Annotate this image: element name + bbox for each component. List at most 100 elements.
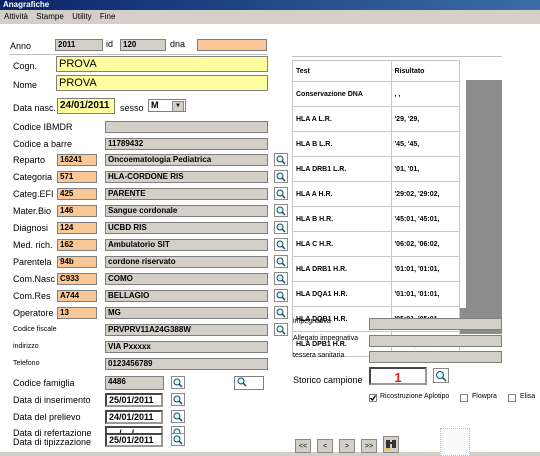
search-icon[interactable] — [433, 368, 449, 383]
ricostruzione-checkbox[interactable] — [369, 394, 377, 402]
table-row[interactable]: HLA B H.R. '45:01, '45:01, — [292, 206, 461, 232]
risultato-cell: '45, '45, — [390, 131, 461, 157]
nav-first-button[interactable]: << — [295, 439, 311, 453]
comres-field[interactable]: BELLAGIO — [105, 290, 268, 302]
table-row[interactable]: HLA DRB1 H.R. '01:01, '01:01, — [292, 256, 461, 282]
comnasc-code[interactable]: C933 — [57, 273, 97, 285]
datanasc-field[interactable]: 24/01/2011 — [57, 98, 115, 114]
categefi-label: Categ.EFI — [13, 189, 54, 199]
comres-code[interactable]: A744 — [57, 290, 97, 302]
search-input[interactable] — [234, 376, 264, 390]
tessera-label: tessera sanitaria — [293, 352, 345, 359]
search-icon[interactable] — [274, 289, 288, 302]
categoria-code[interactable]: 571 — [57, 171, 97, 183]
risultato-cell: '29, '29, — [390, 106, 461, 132]
search-icon[interactable] — [274, 170, 288, 183]
table-row[interactable]: HLA C H.R. '06:02, '06:02, — [292, 231, 461, 257]
medrich-field[interactable]: Ambulatorio SIT — [105, 239, 268, 251]
id-field[interactable]: 120 — [120, 39, 166, 51]
impegnativa-field[interactable] — [369, 318, 502, 330]
cognome-field[interactable]: PROVA — [56, 56, 268, 72]
ibmdr-field[interactable] — [105, 121, 268, 133]
search-icon[interactable] — [274, 153, 288, 166]
filter-button[interactable] — [383, 436, 399, 453]
column-header-risultato: Risultato — [390, 60, 461, 82]
telefono-field[interactable]: 0123456789 — [105, 358, 268, 370]
elisa-checkbox[interactable] — [508, 394, 516, 402]
dataprel-label: Data del prelievo — [13, 412, 81, 422]
table-row[interactable]: Conservazione DNA, , — [292, 81, 461, 107]
check-icon — [370, 395, 377, 402]
anno-field[interactable]: 2011 — [55, 39, 103, 51]
results-table: Test Risultato Conservazione DNA, , HLA A… — [292, 60, 476, 357]
comnasc-field[interactable]: COMO — [105, 273, 268, 285]
tessera-field[interactable] — [369, 351, 502, 363]
search-icon[interactable] — [274, 255, 288, 268]
datains-field[interactable]: 25/01/2011 — [105, 393, 163, 407]
materbio-code[interactable]: 146 — [57, 205, 97, 217]
codfam-field[interactable]: 4486 — [105, 376, 164, 390]
nav-prev-button[interactable]: < — [317, 439, 333, 453]
menu-stampe[interactable]: Stampe — [36, 12, 64, 21]
medrich-code[interactable]: 162 — [57, 239, 97, 251]
search-icon[interactable] — [274, 306, 288, 319]
table-row[interactable]: HLA DRB1 L.R. '01, '01, — [292, 156, 461, 182]
sesso-select[interactable]: M ▼ — [148, 99, 186, 112]
reparto-field[interactable]: Oncoematologia Pediatrica — [105, 154, 268, 166]
allegato-field[interactable] — [369, 335, 502, 347]
chevron-down-icon[interactable]: ▼ — [172, 101, 184, 111]
risultato-cell: '01, '01, — [390, 156, 461, 182]
barre-field[interactable]: 11789432 — [105, 138, 268, 150]
table-row[interactable]: HLA B L.R. '45, '45, — [292, 131, 461, 157]
indirizzo-field[interactable]: VIA Pxxxxx — [105, 341, 268, 353]
codfisc-field[interactable]: PRVPRV11A24G388W — [105, 324, 268, 336]
ricostruzione-label: Ricostruzione Aplotipo — [380, 393, 450, 400]
risultato-cell: '29:02, '29:02, — [390, 181, 461, 207]
menu-fine[interactable]: Fine — [100, 12, 116, 21]
table-row[interactable]: HLA A L.R. '29, '29, — [292, 106, 461, 132]
search-icon[interactable] — [171, 376, 185, 389]
dna-field[interactable] — [197, 39, 267, 51]
parentela-field[interactable]: cordone riservato — [105, 256, 268, 268]
categefi-field[interactable]: PARENTE — [105, 188, 268, 200]
search-icon[interactable] — [274, 272, 288, 285]
diagnosi-code[interactable]: 124 — [57, 222, 97, 234]
risultato-cell: '06:02, '06:02, — [390, 231, 461, 257]
diagnosi-field[interactable]: UCBD RIS — [105, 222, 268, 234]
nav-next-button[interactable]: > — [339, 439, 355, 453]
search-icon[interactable] — [171, 410, 185, 423]
categefi-code[interactable]: 425 — [57, 188, 97, 200]
table-row[interactable]: HLA DQA1 H.R. '01:01, '01:01, — [292, 281, 461, 307]
search-icon[interactable] — [171, 433, 185, 446]
flowpra-checkbox[interactable] — [460, 394, 468, 402]
table-row[interactable]: HLA A H.R. '29:02, '29:02, — [292, 181, 461, 207]
form-area: Anno 2011 id 120 dna Cogn. PROVA Nome PR… — [0, 24, 540, 456]
materbio-field[interactable]: Sangue cordonale — [105, 205, 268, 217]
operatore-field[interactable]: MG — [105, 307, 268, 319]
operatore-code[interactable]: 13 — [57, 307, 97, 319]
search-icon[interactable] — [274, 323, 288, 336]
parentela-code[interactable]: 94b — [57, 256, 97, 268]
search-icon[interactable] — [171, 393, 185, 406]
anno-label: Anno — [10, 41, 32, 51]
datatip-field[interactable]: 25/01/2011 — [105, 433, 163, 447]
dataprel-field[interactable]: 24/01/2011 — [105, 410, 163, 424]
search-icon[interactable] — [274, 238, 288, 251]
reparto-code[interactable]: 16241 — [57, 154, 97, 166]
menu-attivita[interactable]: Attività — [4, 12, 28, 21]
nome-field[interactable]: PROVA — [56, 75, 268, 91]
search-icon[interactable] — [274, 187, 288, 200]
nav-last-button[interactable]: >> — [361, 439, 377, 453]
categoria-field[interactable]: HLA-CORDONE RIS — [105, 171, 268, 183]
search-icon[interactable] — [274, 204, 288, 217]
risultato-cell: '01:01, '01:01, — [390, 256, 461, 282]
table-header: Test Risultato — [292, 60, 461, 82]
menu-utility[interactable]: Utility — [72, 12, 92, 21]
flowpra-label: Flowpra — [472, 393, 497, 400]
risultato-cell: '01:01, '01:01, — [390, 281, 461, 307]
storico-label: Storico campione — [293, 375, 363, 385]
search-icon[interactable] — [274, 221, 288, 234]
test-cell: Conservazione DNA — [292, 81, 392, 107]
parentela-label: Parentela — [13, 257, 52, 267]
barre-label: Codice a barre — [13, 139, 73, 149]
